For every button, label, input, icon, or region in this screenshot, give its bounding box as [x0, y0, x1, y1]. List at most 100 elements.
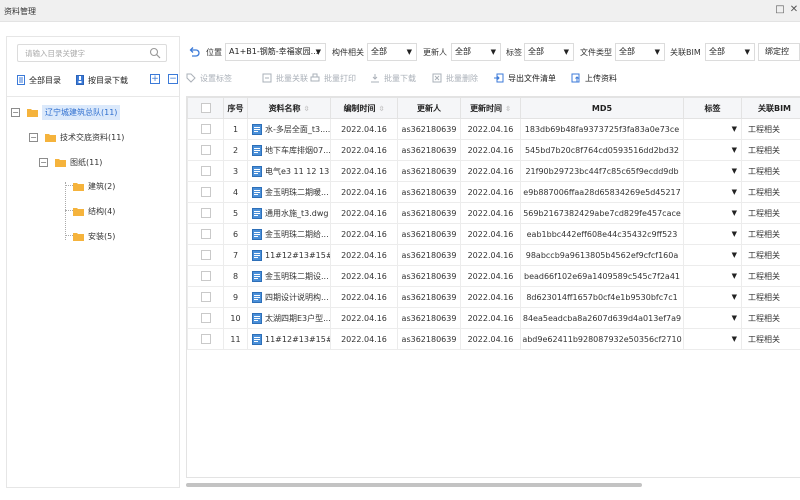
column-header-name[interactable]: 资料名称 ⇳ — [247, 97, 331, 119]
chevron-down-icon: ▼ — [731, 251, 737, 259]
row-checkbox[interactable] — [200, 187, 211, 197]
set-tag-button[interactable]: 设置标签 — [186, 71, 232, 85]
bim-select[interactable]: 全部 ▼ — [705, 43, 755, 61]
directory-search-input[interactable] — [18, 45, 146, 61]
row-checkbox[interactable] — [200, 250, 211, 260]
row-tag-select[interactable]: ▼ — [683, 181, 742, 203]
row-file-name[interactable]: 地下车库排烟07... — [265, 146, 330, 155]
chevron-down-icon: ▼ — [563, 48, 569, 56]
table-row[interactable]: 711#12#13#15# ...2022.04.16as36218063920… — [187, 244, 800, 266]
table-row[interactable]: 8 金玉明珠二期设... 2022.04.16 as362180639 2022.04.… — [187, 265, 800, 287]
select-all-checkbox[interactable] — [200, 103, 211, 113]
row-updater: as362180639 — [397, 118, 461, 140]
export-list-button[interactable]: 导出文件清单 — [494, 71, 556, 85]
tree-node-architecture[interactable]: 建筑(2) — [73, 177, 115, 195]
sort-icon[interactable]: ⇳ — [304, 105, 310, 113]
row-checkbox[interactable] — [200, 124, 211, 134]
upload-button[interactable]: 上传资料 — [571, 71, 617, 85]
row-file-name[interactable]: 金玉明珠二期给... — [265, 230, 329, 239]
row-tag-select[interactable]: ▼ — [683, 265, 742, 287]
row-tag-select[interactable]: ▼ — [683, 328, 742, 350]
tree-expander[interactable]: − — [29, 132, 38, 142]
batch-link-button[interactable]: 批量关联 — [262, 71, 308, 85]
row-file-name[interactable]: 水-多层全面_t3.... — [265, 125, 330, 134]
batch-download-button[interactable]: 批量下载 — [370, 71, 416, 85]
tree-expander[interactable]: − — [39, 157, 48, 167]
expand-all-button[interactable]: + — [150, 74, 160, 84]
sort-icon[interactable]: ⇳ — [379, 105, 385, 113]
maximize-button[interactable]: □ — [774, 4, 786, 16]
row-tag-select[interactable]: ▼ — [683, 307, 742, 329]
row-file-name[interactable]: 金玉明珠二期设... — [265, 272, 329, 281]
horizontal-scrollbar-thumb[interactable] — [186, 483, 642, 487]
row-tag-select[interactable]: ▼ — [683, 286, 742, 308]
horizontal-scrollbar[interactable] — [186, 482, 800, 488]
close-button[interactable]: ✕ — [788, 4, 800, 16]
tag-select[interactable]: 全部 ▼ — [524, 43, 574, 61]
tree-expander[interactable]: − — [11, 107, 20, 117]
row-checkbox[interactable] — [200, 334, 211, 344]
chevron-down-icon: ▼ — [731, 230, 737, 238]
row-checkbox[interactable] — [200, 208, 211, 218]
row-file-name[interactable]: 11#12#13#15# ... — [265, 251, 330, 260]
table-row[interactable]: 2 地下车库排烟07... 2022.04.16 as362180639 2022.04… — [187, 139, 800, 161]
table-row[interactable]: 6 金玉明珠二期给... 2022.04.16 as362180639 2022.04.… — [187, 223, 800, 245]
sort-icon[interactable]: ⇳ — [505, 105, 511, 113]
row-checkbox[interactable] — [200, 145, 211, 155]
row-checkbox[interactable] — [200, 229, 211, 239]
table-row[interactable]: 3 电气e3 11 12 13... 2022.04.16 as362180639 20… — [187, 160, 800, 182]
row-tag-select[interactable]: ▼ — [683, 202, 742, 224]
updater-select[interactable]: 全部 ▼ — [451, 43, 501, 61]
folder-icon — [55, 158, 66, 167]
batch-delete-button[interactable]: 批量删除 — [432, 71, 478, 85]
collapse-all-button[interactable]: − — [168, 74, 178, 84]
all-directories-button[interactable]: 全部目录 — [17, 73, 61, 87]
table-row[interactable]: 1111#12#13#15#...2022.04.16as36218063920… — [187, 328, 800, 350]
row-file-name[interactable]: 太湖四期E3户型... — [265, 314, 330, 323]
row-bim: 工程相关 — [741, 307, 800, 329]
table-row[interactable]: 9 四期设计说明构... 2022.04.16 as362180639 2022.04.… — [187, 286, 800, 308]
row-tag-select[interactable]: ▼ — [683, 244, 742, 266]
column-header-updated[interactable]: 更新时间 ⇳ — [460, 97, 521, 119]
folder-icon — [73, 232, 84, 241]
row-checkbox[interactable] — [200, 166, 211, 176]
position-select[interactable]: A1+B1-钢筋-幸福家园... ▼ — [225, 43, 326, 61]
documents-table: 序号 资料名称 ⇳ 编制时间 ⇳ 更新人 更新时间 ⇳ MD5 标签 关联BIM 1水… — [186, 96, 800, 478]
row-file-name[interactable]: 四期设计说明构... — [265, 293, 329, 302]
table-row[interactable]: 5 通用水施_t3.dwg 2022.04.16 as362180639 2022.04… — [187, 202, 800, 224]
table-row[interactable]: 1 水-多层全面_t3.... 2022.04.16 as362180639 2022.… — [187, 118, 800, 140]
tree-node-root[interactable]: − 辽宁城建筑总队(11) — [11, 103, 121, 121]
bind-control-button[interactable]: 绑定控 — [758, 43, 800, 61]
row-file-name[interactable]: 电气e3 11 12 13... — [265, 167, 330, 176]
row-checkbox[interactable] — [200, 271, 211, 281]
row-file-name[interactable]: 金玉明珠二期暖... — [265, 188, 329, 197]
tree-node-installation[interactable]: 安装(5) — [73, 227, 115, 245]
tree-node-structure[interactable]: 结构(4) — [73, 202, 115, 220]
table-row[interactable]: 10 太湖四期E3户型... 2022.04.16 as362180639 2022.0… — [187, 307, 800, 329]
row-file-name[interactable]: 11#12#13#15#... — [265, 335, 330, 344]
dwg-file-icon — [252, 333, 262, 345]
column-header-created[interactable]: 编制时间 ⇳ — [330, 97, 398, 119]
download-by-directory-button[interactable]: 按目录下载 — [76, 73, 128, 87]
row-tag-select[interactable]: ▼ — [683, 160, 742, 182]
tree-node-tech-docs[interactable]: − 技术交底资料(11) — [29, 128, 124, 146]
row-checkbox[interactable] — [200, 313, 211, 323]
row-tag-select[interactable]: ▼ — [683, 139, 742, 161]
table-row[interactable]: 4 金玉明珠二期暖... 2022.04.16 as362180639 2022.04.… — [187, 181, 800, 203]
window-titlebar: 资料管理 □ ✕ — [0, 0, 800, 22]
tree-node-drawings[interactable]: − 图纸(11) — [39, 153, 102, 171]
row-updated: 2022.04.16 — [460, 202, 521, 224]
search-icon[interactable] — [149, 47, 161, 59]
row-tag-select[interactable]: ▼ — [683, 223, 742, 245]
position-value: A1+B1-钢筋-幸福家园... — [229, 47, 319, 56]
row-tag-select[interactable]: ▼ — [683, 118, 742, 140]
row-file-name[interactable]: 通用水施_t3.dwg — [265, 209, 328, 218]
filetype-select[interactable]: 全部 ▼ — [615, 43, 665, 61]
row-checkbox[interactable] — [200, 292, 211, 302]
export-icon — [494, 73, 504, 83]
refresh-back-icon[interactable] — [188, 46, 200, 58]
chevron-down-icon: ▼ — [731, 314, 737, 322]
batch-print-button[interactable]: 批量打印 — [310, 71, 356, 85]
component-select[interactable]: 全部 ▼ — [367, 43, 417, 61]
row-bim: 工程相关 — [741, 118, 800, 140]
